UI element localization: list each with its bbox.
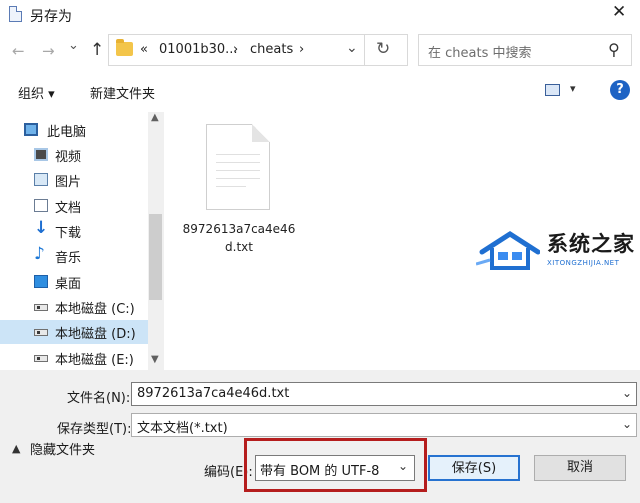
- cancel-button[interactable]: 取消: [534, 455, 626, 481]
- address-segment-parent[interactable]: 01001b30...: [159, 42, 238, 57]
- search-icon[interactable]: ⚲: [608, 40, 620, 59]
- file-line: [216, 178, 260, 179]
- help-icon[interactable]: ?: [610, 80, 630, 100]
- sidebar-item-label: 文档: [55, 201, 82, 216]
- sidebar-item-drive-e[interactable]: 本地磁盘 (E:): [0, 346, 148, 370]
- sidebar-item-label: 视频: [55, 150, 82, 165]
- watermark-logo: [476, 231, 540, 270]
- folder-icon: [116, 39, 133, 56]
- collapse-chevron-icon[interactable]: ▲: [12, 442, 20, 455]
- file-line: [216, 186, 246, 187]
- back-arrow-icon[interactable]: ←: [12, 42, 25, 60]
- sidebar-item-label: 下载: [55, 226, 82, 241]
- drive-icon: [34, 329, 48, 336]
- sidebar-item-label: 音乐: [55, 251, 82, 266]
- address-segment-cheats[interactable]: cheats: [250, 42, 293, 57]
- music-icon: [34, 244, 48, 264]
- watermark-text: 系统之家: [547, 232, 635, 256]
- file-line: [216, 162, 260, 163]
- sidebar-item-this-pc[interactable]: 此电脑: [0, 118, 148, 142]
- filename-label: 文件名(N):: [67, 391, 131, 406]
- filename-dropdown-icon[interactable]: ⌄: [622, 386, 632, 400]
- address-dropdown-icon[interactable]: ⌄: [346, 40, 358, 56]
- title-bar: [0, 0, 640, 30]
- forward-arrow-icon[interactable]: →: [42, 42, 55, 60]
- address-overflow[interactable]: «: [140, 42, 148, 57]
- close-icon[interactable]: ✕: [612, 2, 626, 22]
- watermark-url: XITONGZHIJIA.NET: [547, 259, 620, 267]
- file-line: [216, 170, 260, 171]
- filetype-label: 保存类型(T):: [57, 422, 132, 437]
- video-icon: [34, 148, 48, 161]
- sidebar-item-downloads[interactable]: 下载: [0, 218, 148, 243]
- scroll-up-icon[interactable]: ▲: [151, 112, 159, 123]
- hide-folders-button[interactable]: 隐藏文件夹: [30, 439, 95, 458]
- pictures-icon: [34, 173, 48, 186]
- sidebar-item-videos[interactable]: 视频: [0, 143, 148, 167]
- sidebar-item-label: 此电脑: [47, 125, 87, 140]
- filename-input-value[interactable]: 8972613a7ca4e46d.txt: [137, 386, 289, 401]
- sidebar-item-drive-d[interactable]: 本地磁盘 (D:): [0, 320, 148, 344]
- view-options-chevron-icon[interactable]: ▾: [570, 82, 576, 95]
- file-item-name[interactable]: 8972613a7ca4e46d.txt: [182, 220, 296, 256]
- encoding-highlight-box: [244, 438, 427, 492]
- sidebar-item-drive-c[interactable]: 本地磁盘 (C:): [0, 295, 148, 319]
- address-divider: [364, 34, 365, 66]
- drive-icon: [34, 304, 48, 311]
- file-corner-fold: [252, 124, 270, 142]
- up-arrow-icon[interactable]: ↑: [90, 40, 104, 60]
- filetype-select-value[interactable]: 文本文档(*.txt): [137, 417, 228, 436]
- sidebar-item-music[interactable]: 音乐: [0, 244, 148, 268]
- download-icon: [34, 218, 48, 238]
- notepad-icon: [9, 6, 22, 22]
- organize-button[interactable]: 组织 ▾: [18, 83, 55, 102]
- file-line: [216, 154, 260, 155]
- scroll-down-icon[interactable]: ▼: [151, 354, 159, 365]
- view-options-icon[interactable]: [545, 84, 560, 96]
- sidebar-item-label: 桌面: [55, 277, 82, 292]
- sidebar-item-pictures[interactable]: 图片: [0, 168, 148, 192]
- drive-icon: [34, 355, 48, 362]
- recent-locations-chevron-icon[interactable]: ⌄: [68, 38, 79, 53]
- sidebar-item-documents[interactable]: 文档: [0, 194, 148, 218]
- sidebar-item-label: 图片: [55, 175, 82, 190]
- desktop-icon: [34, 275, 48, 288]
- filetype-dropdown-icon[interactable]: ⌄: [622, 417, 632, 431]
- documents-icon: [34, 199, 48, 212]
- sidebar-item-label: 本地磁盘 (C:): [55, 302, 135, 317]
- window-title: 另存为: [30, 9, 72, 25]
- refresh-icon[interactable]: ↻: [376, 39, 390, 59]
- new-folder-button[interactable]: 新建文件夹: [90, 83, 155, 102]
- address-arrow-icon[interactable]: ›: [299, 42, 304, 57]
- sidebar-item-label: 本地磁盘 (D:): [55, 327, 136, 342]
- computer-icon: [24, 123, 38, 136]
- sidebar-scrollbar-thumb[interactable]: [149, 214, 162, 300]
- search-placeholder: 在 cheats 中搜索: [428, 46, 532, 61]
- save-button[interactable]: 保存(S): [428, 455, 520, 481]
- address-arrow-icon[interactable]: ›: [233, 42, 238, 57]
- sidebar-item-label: 本地磁盘 (E:): [55, 353, 134, 368]
- sidebar-item-desktop[interactable]: 桌面: [0, 270, 148, 294]
